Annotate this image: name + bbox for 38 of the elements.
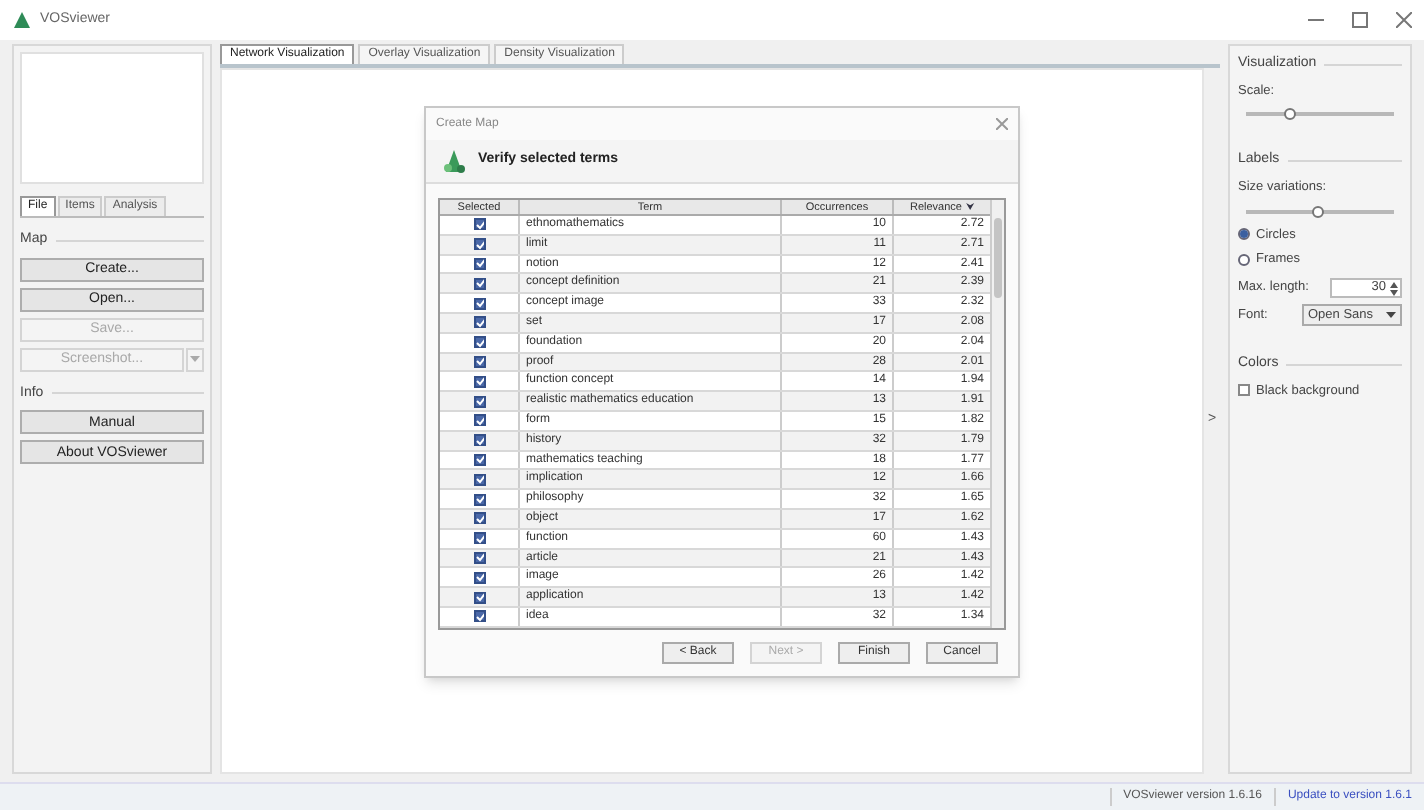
maximize-icon[interactable] bbox=[1352, 12, 1368, 28]
app-logo-icon bbox=[12, 10, 32, 30]
slider[interactable] bbox=[1246, 106, 1394, 123]
checkbox[interactable] bbox=[473, 257, 485, 270]
checkbox[interactable] bbox=[473, 453, 485, 466]
checkbox[interactable] bbox=[473, 375, 485, 388]
checkbox[interactable] bbox=[473, 238, 485, 251]
checkbox[interactable] bbox=[473, 512, 485, 525]
checkbox[interactable] bbox=[473, 316, 485, 329]
spinner-arrows-icon[interactable] bbox=[1390, 281, 1398, 295]
checkbox[interactable] bbox=[473, 610, 485, 623]
slider[interactable] bbox=[1246, 203, 1394, 219]
slider-thumb[interactable] bbox=[1284, 108, 1297, 121]
caret-icon bbox=[1386, 312, 1396, 318]
checkbox[interactable] bbox=[473, 277, 485, 290]
close-icon[interactable] bbox=[1396, 12, 1412, 28]
caret-icon bbox=[189, 356, 200, 362]
checkbox[interactable] bbox=[473, 355, 485, 368]
checkbox[interactable] bbox=[473, 493, 485, 506]
slider-thumb[interactable] bbox=[1311, 205, 1324, 217]
close-icon[interactable] bbox=[996, 118, 1008, 130]
scrollbar[interactable] bbox=[990, 200, 1004, 628]
radio-button[interactable] bbox=[1238, 228, 1250, 241]
checkbox[interactable] bbox=[473, 336, 485, 349]
checkbox[interactable] bbox=[473, 571, 485, 584]
checkbox[interactable] bbox=[473, 551, 485, 564]
radio-button[interactable] bbox=[1238, 254, 1250, 267]
app-logo-icon bbox=[442, 148, 466, 174]
checkbox[interactable] bbox=[473, 218, 485, 231]
checkbox[interactable] bbox=[473, 414, 485, 427]
checkbox[interactable] bbox=[473, 591, 485, 604]
checkbox[interactable] bbox=[473, 532, 485, 545]
checkbox[interactable] bbox=[473, 395, 485, 408]
checkbox[interactable] bbox=[473, 434, 485, 447]
checkbox[interactable] bbox=[473, 473, 485, 486]
scrollbar-thumb[interactable] bbox=[994, 218, 1002, 298]
checkbox[interactable] bbox=[473, 297, 485, 310]
checkbox[interactable] bbox=[1238, 384, 1250, 397]
